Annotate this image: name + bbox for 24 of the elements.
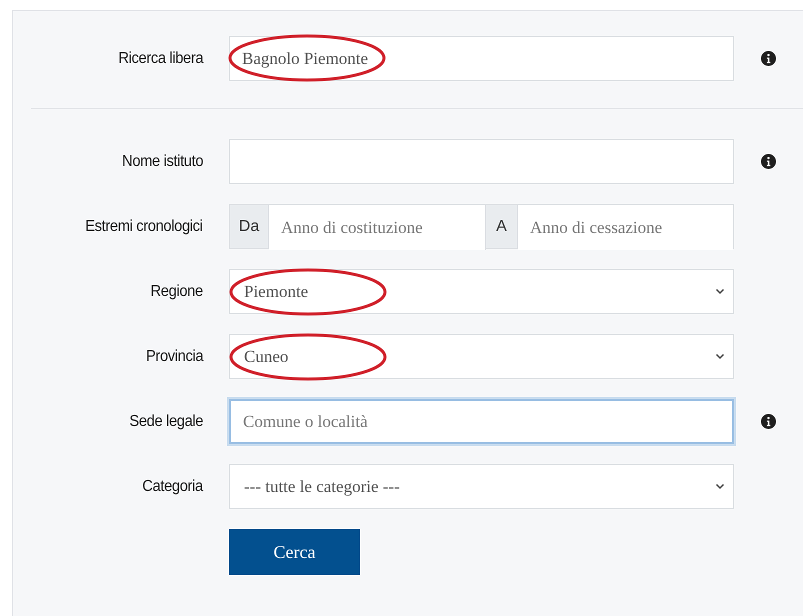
- year-to-field[interactable]: Anno di cessazione: [518, 205, 733, 250]
- select-dropdown[interactable]: Piemonte: [229, 269, 734, 314]
- field-label: Estremi cronologici: [86, 216, 203, 236]
- select-dropdown[interactable]: --- tutte le categorie ---: [229, 464, 734, 509]
- input-addon: Da: [230, 205, 269, 248]
- chevron-down-icon: [715, 483, 725, 490]
- info-icon[interactable]: [761, 51, 776, 66]
- input-addon: A: [486, 205, 518, 248]
- field-label: Ricerca libera: [118, 48, 203, 68]
- year-from-field[interactable]: Anno di costituzione: [269, 205, 486, 250]
- field-label: Nome istituto: [122, 152, 203, 172]
- field-label: Categoria: [142, 476, 203, 496]
- search-button[interactable]: Cerca: [229, 529, 360, 575]
- search-field[interactable]: Bagnolo Piemonte: [229, 36, 734, 81]
- chevron-down-icon: [715, 288, 725, 295]
- info-icon[interactable]: [761, 154, 776, 169]
- text-field[interactable]: Comune o località: [229, 399, 734, 444]
- field-label: Sede legale: [129, 412, 203, 432]
- field-label: Provincia: [146, 346, 203, 366]
- field-label: Regione: [150, 282, 203, 302]
- chevron-down-icon: [715, 353, 725, 360]
- text-field[interactable]: [229, 139, 734, 184]
- info-icon[interactable]: [761, 414, 776, 429]
- select-dropdown[interactable]: Cuneo: [229, 334, 734, 379]
